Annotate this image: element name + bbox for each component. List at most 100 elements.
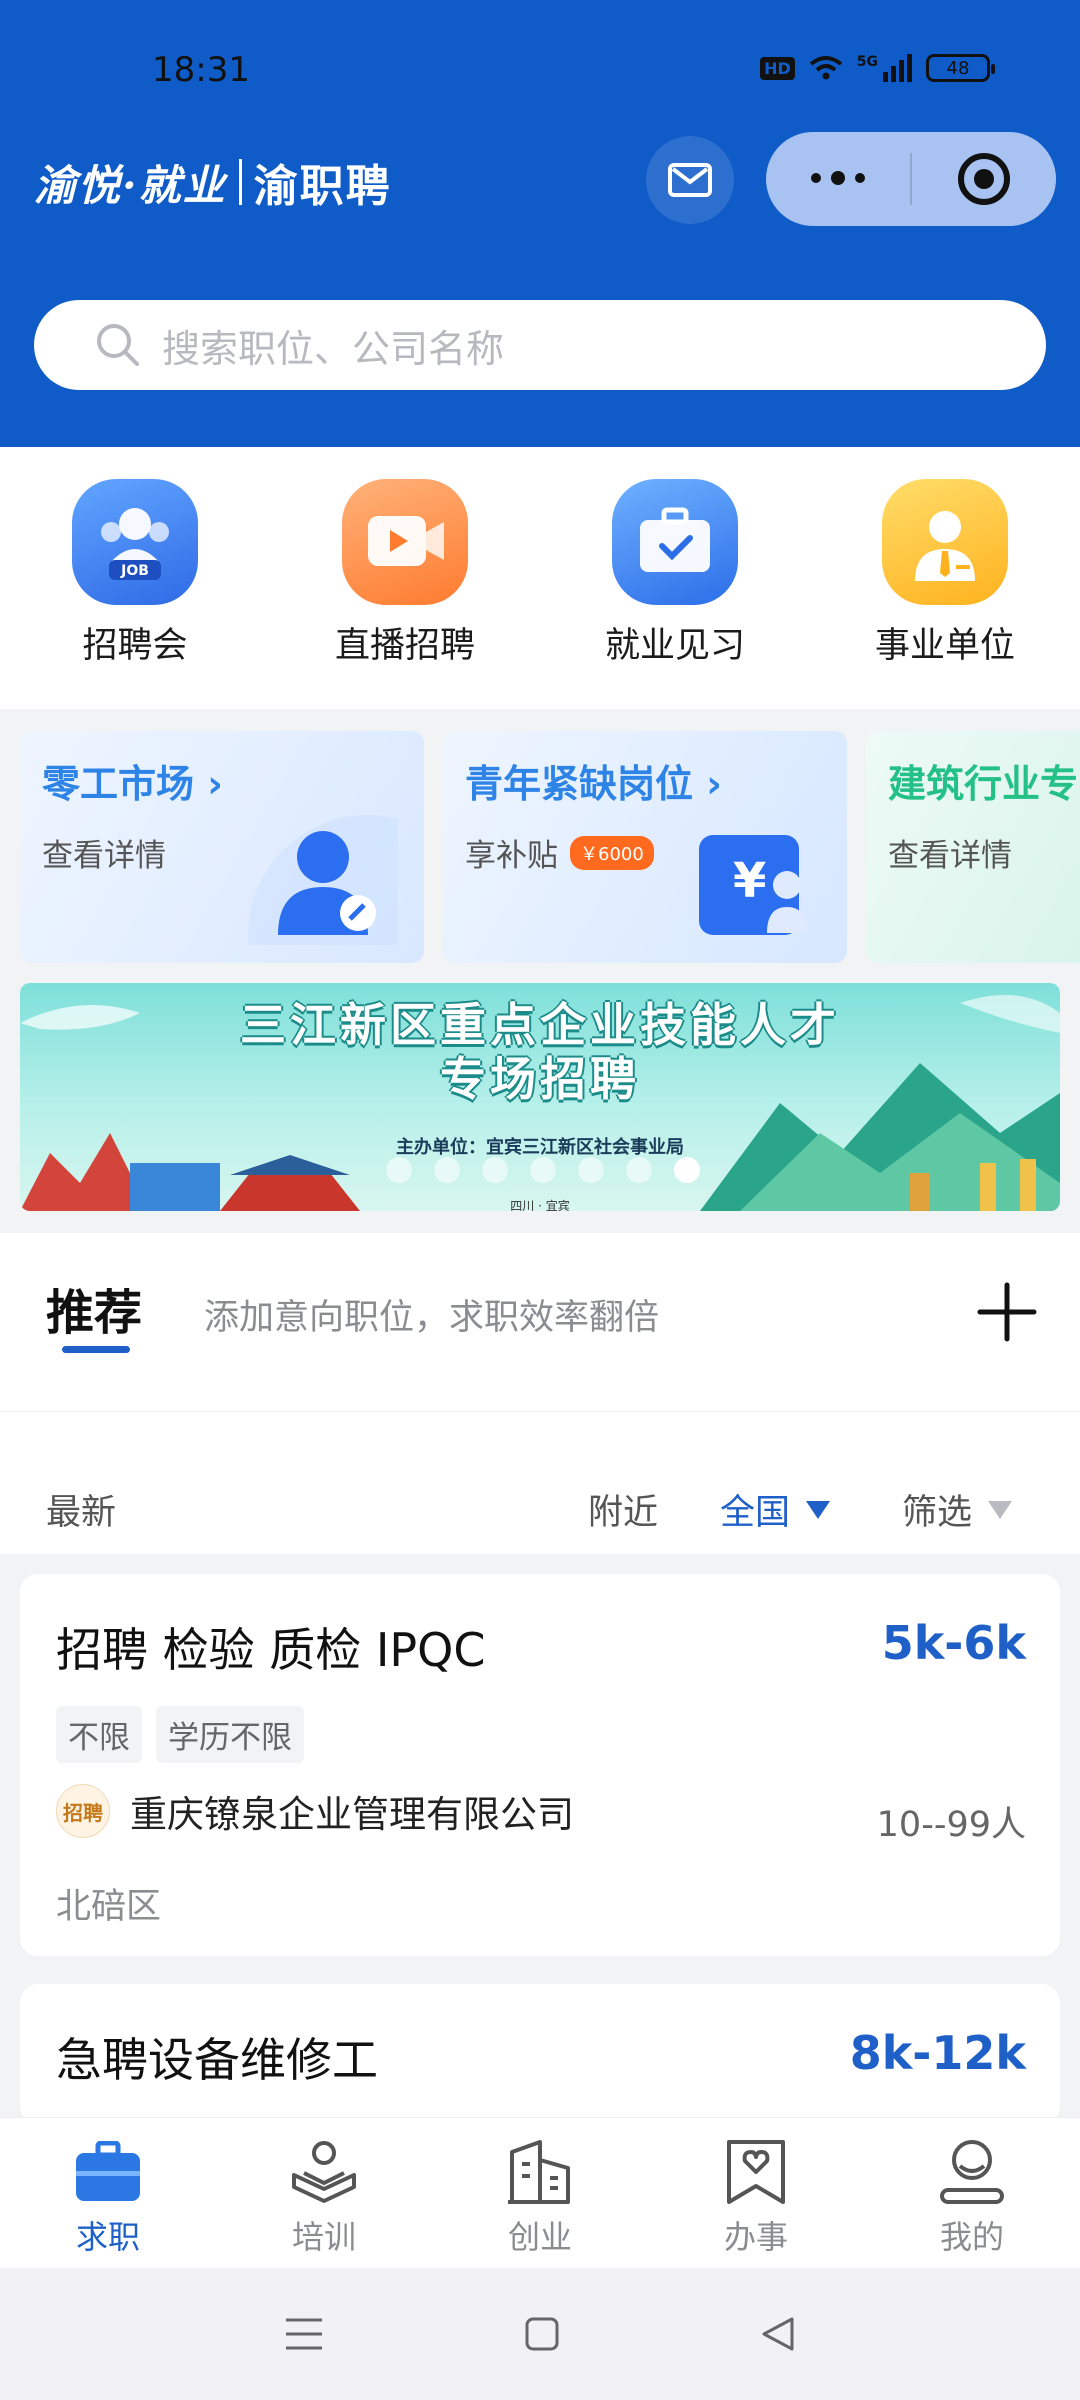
network-label: 5G	[856, 54, 878, 70]
worker-icon	[248, 815, 398, 945]
nav-profile[interactable]: 我的	[864, 2118, 1080, 2268]
wifi-icon	[809, 56, 843, 80]
banner-pagination	[386, 1157, 700, 1183]
job-area: 北碚区	[56, 1887, 162, 1927]
svg-text:¥: ¥	[733, 853, 766, 909]
banner-sponsor: 主办单位：宜宾三江新区社会事业局	[396, 1137, 684, 1158]
nav-label: 培训	[291, 2218, 356, 2256]
close-target-icon[interactable]	[912, 151, 1056, 207]
tab-active-indicator	[62, 1346, 130, 1353]
job-card[interactable]: 急聘设备维修工 8k-12k	[20, 1984, 1060, 2124]
back-icon[interactable]	[760, 2316, 796, 2352]
job-badge: JOB	[120, 563, 149, 579]
pagination-dot[interactable]	[386, 1157, 412, 1183]
caret-down-icon	[988, 1500, 1013, 1519]
filter-nationwide-label: 全国	[720, 1493, 791, 1533]
search-input[interactable]: 搜索职位、公司名称	[34, 300, 1046, 390]
search-placeholder: 搜索职位、公司名称	[162, 326, 505, 371]
bottom-nav: 求职 培训 创业 办事 我的	[0, 2117, 1080, 2268]
job-card[interactable]: 招聘 检验 质检 IPQC 5k-6k 不限 学历不限 招聘 重庆镣泉企业管理有…	[20, 1574, 1060, 1956]
mail-icon	[668, 163, 712, 197]
add-icon[interactable]	[972, 1277, 1042, 1347]
quick-label: 就业见习	[604, 626, 745, 666]
promo-card-row: 零工市场 › 查看详情 青年紧缺岗位 › 享补贴 ￥6000 ¥ 建筑行业专 查看…	[0, 709, 1080, 965]
briefcase-icon	[612, 479, 738, 605]
menu-icon[interactable]	[284, 2316, 324, 2352]
battery-icon: 48	[926, 54, 995, 82]
quick-job-fair[interactable]: JOB 招聘会	[0, 447, 270, 709]
promo-card-youth-jobs[interactable]: 青年紧缺岗位 › 享补贴 ￥6000 ¥	[443, 731, 847, 963]
status-bar-icons: HD 5G 48	[760, 54, 995, 82]
heart-bookmark-icon	[720, 2136, 792, 2208]
quick-public-institution[interactable]: 事业单位	[810, 447, 1080, 709]
promo-title: 建筑行业专	[888, 762, 1079, 806]
promo-card-gig-market[interactable]: 零工市场 › 查看详情	[20, 731, 424, 963]
promo-title: 零工市场 ›	[42, 762, 223, 806]
job-fair-icon: JOB	[72, 479, 198, 605]
battery-level: 48	[946, 57, 970, 79]
promo-title: 青年紧缺岗位 ›	[465, 762, 722, 806]
job-tags: 不限 学历不限	[56, 1706, 304, 1763]
promo-sub: 查看详情	[888, 838, 1012, 874]
header: 18:31 HD 5G 48 渝悦·就业 渝职聘 搜索职位、公司名称	[0, 0, 1080, 447]
job-salary: 8k-12k	[849, 2026, 1026, 2080]
filter-nationwide[interactable]: 全国	[720, 1484, 831, 1535]
job-title: 招聘 检验 质检 IPQC	[56, 1623, 486, 1677]
more-icon[interactable]	[766, 171, 910, 185]
nav-startup[interactable]: 创业	[432, 2118, 648, 2268]
status-time: 18:31	[152, 50, 250, 90]
quick-live-recruit[interactable]: 直播招聘	[270, 447, 540, 709]
quick-internship[interactable]: 就业见习	[540, 447, 810, 709]
network-icon: 5G	[857, 54, 912, 82]
nav-services[interactable]: 办事	[648, 2118, 864, 2268]
mini-program-capsule	[766, 132, 1056, 226]
filter-screen[interactable]: 筛选	[902, 1484, 1013, 1535]
quick-label: 事业单位	[874, 626, 1015, 666]
search-icon	[97, 324, 139, 366]
nav-label: 我的	[939, 2218, 1004, 2256]
recommend-tab-bar: 推荐 添加意向职位，求职效率翻倍	[0, 1233, 1080, 1411]
pagination-dot[interactable]	[482, 1157, 508, 1183]
filter-latest[interactable]: 最新	[46, 1484, 116, 1535]
company-size: 10--99人	[876, 1805, 1026, 1845]
nav-label: 创业	[507, 2218, 572, 2256]
caret-down-icon	[806, 1500, 831, 1519]
filter-nearby[interactable]: 附近	[588, 1484, 658, 1535]
app-logo: 渝悦·就业 渝职聘	[34, 150, 392, 214]
intent-hint[interactable]: 添加意向职位，求职效率翻倍	[204, 1289, 659, 1340]
tab-recommend[interactable]: 推荐	[46, 1273, 142, 1343]
pagination-dot-active[interactable]	[674, 1157, 700, 1183]
message-button[interactable]	[646, 136, 734, 224]
filter-screen-label: 筛选	[902, 1493, 973, 1533]
brand-main: 渝职聘	[253, 161, 392, 212]
hd-icon: HD	[760, 56, 795, 80]
home-icon[interactable]	[524, 2316, 560, 2352]
training-icon	[288, 2136, 360, 2208]
banner-title-line2: 专场招聘	[440, 1052, 640, 1106]
quick-label: 直播招聘	[334, 626, 475, 666]
company-info: 招聘 重庆镣泉企业管理有限公司	[56, 1784, 574, 1838]
job-salary: 5k-6k	[881, 1616, 1026, 1670]
live-video-icon	[342, 479, 468, 605]
briefcase-icon	[72, 2136, 144, 2208]
staff-icon	[882, 479, 1008, 605]
quick-label: 招聘会	[82, 626, 188, 666]
job-tag: 学历不限	[156, 1706, 304, 1763]
nav-label: 求职	[75, 2218, 140, 2256]
pagination-dot[interactable]	[578, 1157, 604, 1183]
pagination-dot[interactable]	[530, 1157, 556, 1183]
company-name: 重庆镣泉企业管理有限公司	[130, 1793, 574, 1836]
nav-training[interactable]: 培训	[216, 2118, 432, 2268]
recruitment-banner[interactable]: 三江新区重点企业技能人才 专场招聘 主办单位：宜宾三江新区社会事业局 四川 · …	[20, 983, 1060, 1211]
pagination-dot[interactable]	[434, 1157, 460, 1183]
promo-card-construction[interactable]: 建筑行业专 查看详情	[866, 731, 1080, 963]
job-title: 急聘设备维修工	[56, 2033, 378, 2087]
pagination-dot[interactable]	[626, 1157, 652, 1183]
brand-script: 渝悦·就业	[34, 160, 227, 210]
company-logo: 招聘	[56, 1784, 110, 1838]
nav-job-search[interactable]: 求职	[0, 2118, 216, 2268]
quick-entry-row: JOB 招聘会 直播招聘 就业见习 事业单位	[0, 447, 1080, 709]
filter-bar: 最新 附近 全国 筛选	[0, 1412, 1080, 1554]
nav-label: 办事	[723, 2218, 788, 2256]
profile-icon	[936, 2136, 1008, 2208]
